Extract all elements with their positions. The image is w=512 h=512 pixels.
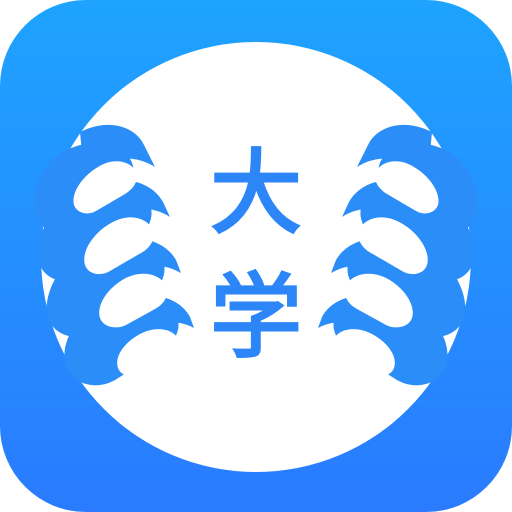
character-da: 大	[210, 140, 302, 247]
character-xue: 学	[210, 264, 302, 371]
app-icon-graphic: 大 学	[0, 0, 512, 512]
app-icon[interactable]: 大 学	[0, 0, 512, 512]
